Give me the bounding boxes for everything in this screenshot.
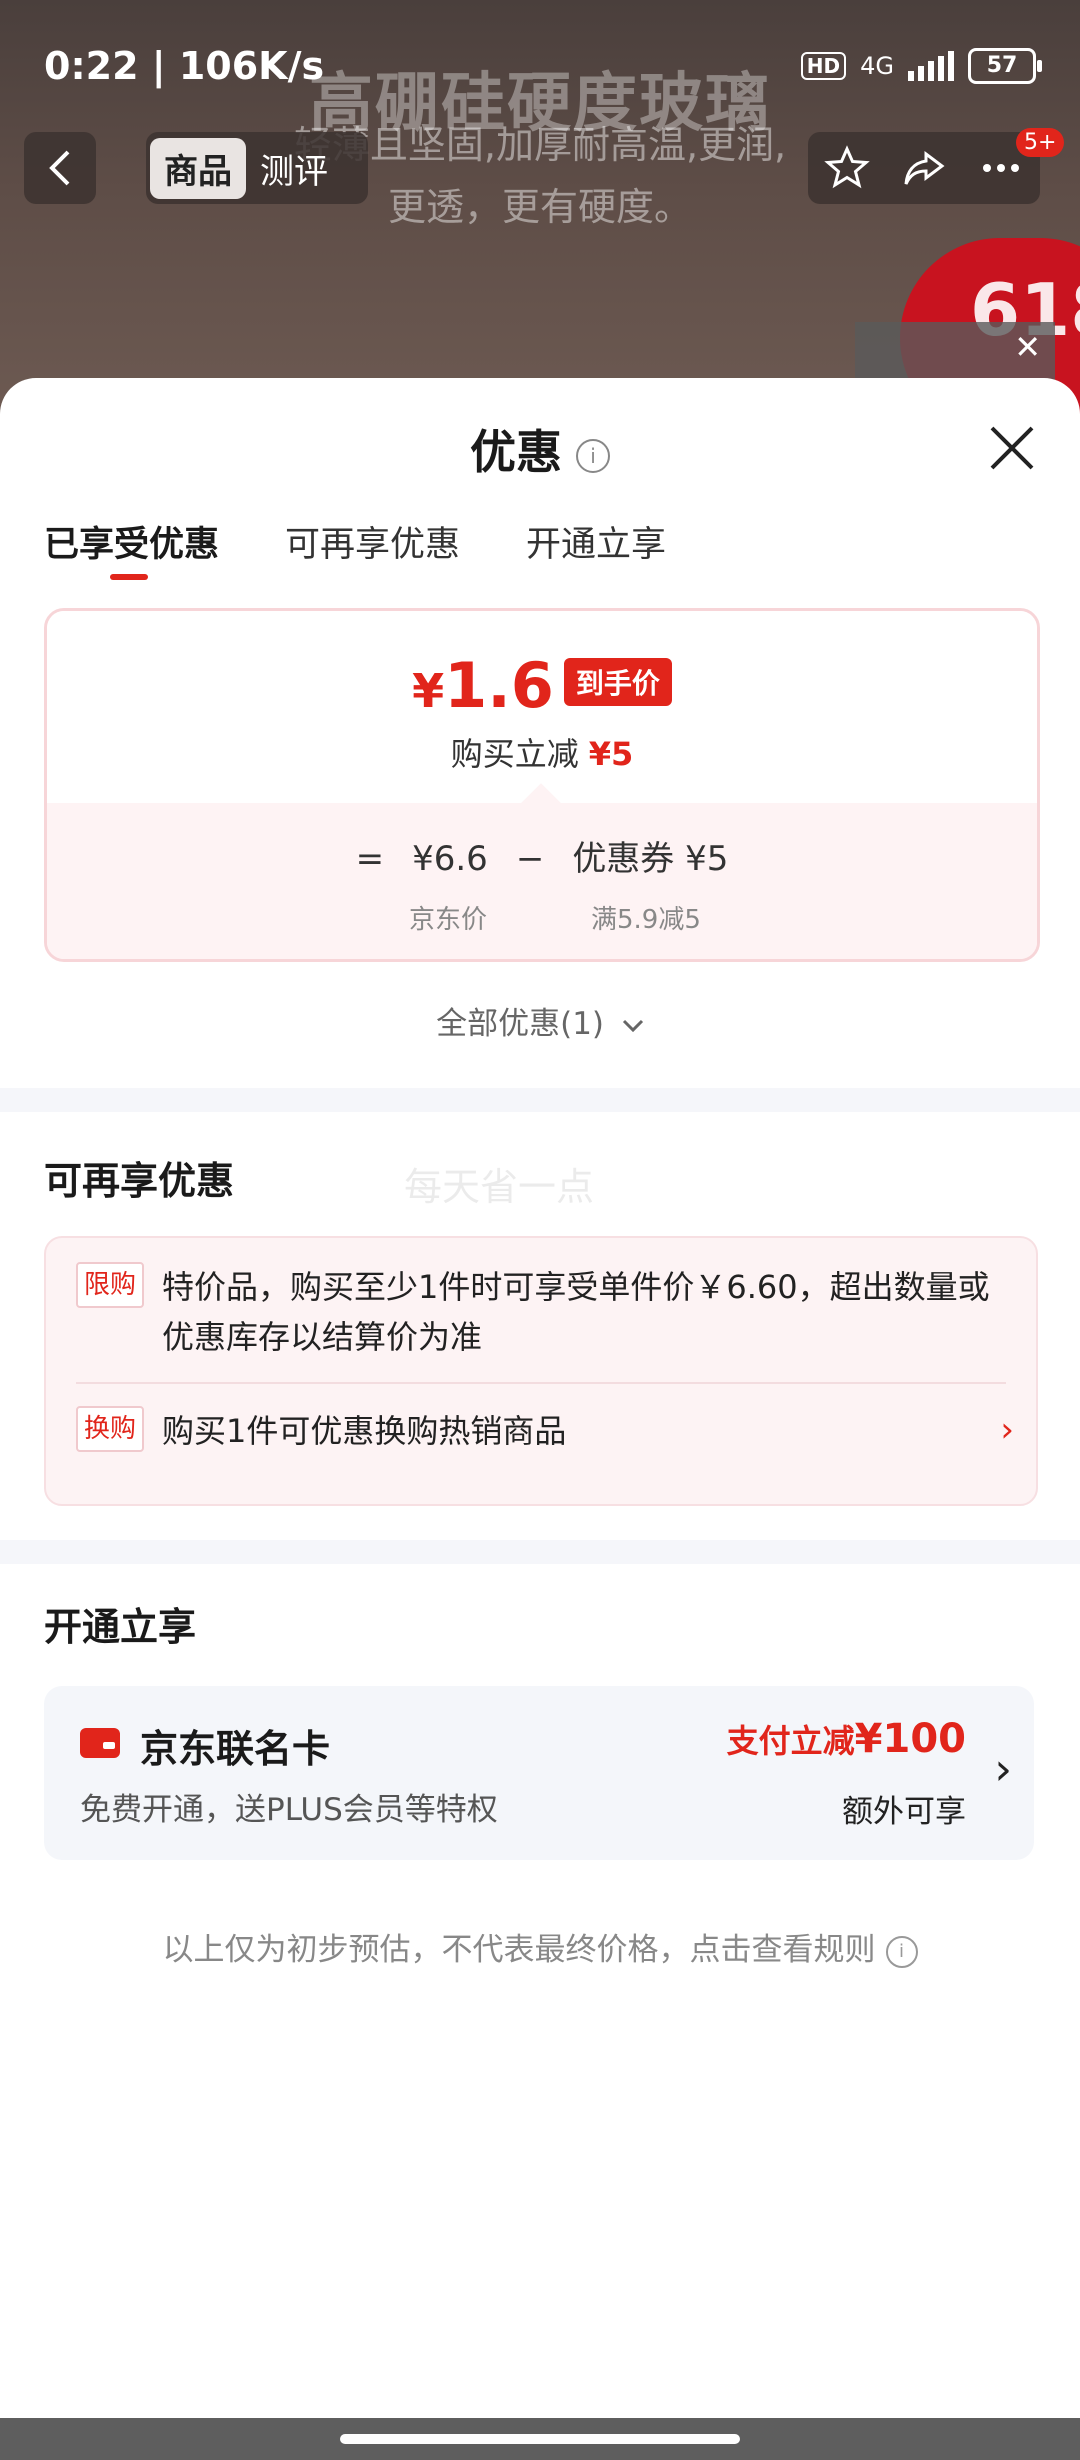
tab-product[interactable]: 商品	[150, 137, 246, 199]
status-bar: 0:22 | 106K/s HD 4G 57	[0, 0, 1080, 130]
coupon-amount: 优惠券 ¥5	[572, 839, 729, 879]
exchange-chip: 换购	[76, 1406, 145, 1452]
product-tabs: 商品 测评	[146, 132, 368, 204]
home-indicator[interactable]	[340, 2434, 740, 2444]
chevron-left-icon	[49, 150, 70, 186]
info-icon[interactable]: i	[885, 1935, 918, 1968]
share-icon[interactable]	[900, 144, 948, 192]
price-value: 1.6	[444, 649, 554, 722]
cobrand-card-offer[interactable]: 京东联名卡 免费开通，送PLUS会员等特权 支付立减¥100 额外可享 ›	[44, 1686, 1034, 1860]
jd-price-label: 京东价	[409, 905, 488, 935]
section-divider	[0, 1088, 1080, 1112]
promotion-sheet: 优惠 i 已享受优惠 可再享优惠 开通立享 ¥1.6 到手价 购买立减 ¥5 = ¥6.…	[0, 378, 1080, 2418]
promo-tabs: 已享受优惠 可再享优惠 开通立享	[44, 516, 666, 580]
tab-review[interactable]: 测评	[246, 138, 342, 199]
tab-more[interactable]: 可再享优惠	[285, 516, 460, 567]
chevron-down-icon	[622, 1019, 643, 1032]
final-price: ¥1.6 到手价	[47, 649, 1037, 722]
minus-sign: −	[515, 839, 545, 879]
price-disclaimer[interactable]: 以上仅为初步预估，不代表最终价格，点击查看规则 i	[0, 1924, 1080, 1969]
chevron-right-icon[interactable]: ›	[994, 1744, 1012, 1795]
close-float-icon[interactable]: ✕	[1014, 328, 1041, 366]
sheet-title: 优惠 i	[0, 416, 1080, 482]
back-button[interactable]	[24, 132, 96, 204]
section-divider-2	[0, 1540, 1080, 1564]
star-icon[interactable]	[823, 144, 871, 192]
hd-icon: HD	[800, 52, 847, 80]
promo-limit-row: 限购 特价品，购买至少1件时可享受单件价￥6.60，超出数量或优惠库存以结算价为…	[76, 1262, 1006, 1362]
section-title-more: 可再享优惠	[44, 1159, 235, 1203]
battery-icon: 57	[968, 48, 1042, 84]
card-promo-prefix: 支付立减	[726, 1722, 855, 1760]
disclaimer-text: 以上仅为初步预估，不代表最终价格，点击查看规则	[162, 1932, 876, 1968]
chevron-right-icon[interactable]: ›	[1000, 1410, 1014, 1450]
price-breakdown: = ¥6.6− 优惠券 ¥5 京东价 满5.9减5	[47, 783, 1037, 959]
price-currency: ¥	[412, 664, 445, 718]
promo-exchange-row[interactable]: 换购 购买1件可优惠换购热销商品	[76, 1406, 1006, 1456]
extra-promos-card: 限购 特价品，购买至少1件时可享受单件价￥6.60，超出数量或优惠库存以结算价为…	[44, 1236, 1038, 1506]
tab-enjoyed[interactable]: 已享受优惠	[44, 516, 219, 580]
limit-chip: 限购	[76, 1262, 145, 1308]
nav-actions	[808, 132, 1040, 204]
limit-text: 特价品，购买至少1件时可享受单件价￥6.60，超出数量或优惠库存以结算价为准	[162, 1268, 990, 1356]
tab-open[interactable]: 开通立享	[526, 516, 666, 567]
discount-summary: 购买立减 ¥5	[47, 729, 1037, 775]
all-promos-label: 全部优惠(1)	[436, 1006, 605, 1042]
card-extra: 额外可享	[842, 1794, 966, 1830]
card-name: 京东联名卡	[140, 1727, 331, 1771]
credit-card-icon	[80, 1728, 120, 1758]
message-count-badge: 5+	[1016, 128, 1065, 157]
close-icon[interactable]	[986, 422, 1038, 474]
equals-sign: =	[355, 839, 385, 879]
discount-amount: ¥5	[588, 735, 634, 773]
discount-label: 购买立减	[450, 735, 579, 773]
card-promo-amount: ¥100	[854, 1716, 966, 1762]
watermark-text: 每天省一点	[404, 1165, 595, 1209]
status-time: 0:22 | 106K/s	[44, 44, 325, 88]
jd-price: ¥6.6	[412, 839, 488, 879]
row-divider	[76, 1382, 1006, 1384]
card-promo: 支付立减¥100	[727, 1716, 966, 1762]
final-price-card: ¥1.6 到手价 购买立减 ¥5 = ¥6.6− 优惠券 ¥5 京东价 满5.9减5	[44, 608, 1040, 962]
info-icon[interactable]: i	[576, 438, 610, 473]
coupon-condition: 满5.9减5	[591, 905, 701, 935]
card-description: 免费开通，送PLUS会员等特权	[80, 1792, 498, 1828]
exchange-text: 购买1件可优惠换购热销商品	[162, 1412, 567, 1450]
network-label: 4G	[860, 52, 894, 80]
all-promos-toggle[interactable]: 全部优惠(1)	[0, 998, 1080, 1043]
final-price-tag: 到手价	[563, 658, 672, 706]
section-title-open: 开通立享	[44, 1605, 197, 1649]
sheet-title-text: 优惠	[470, 425, 562, 479]
navigation-bar	[0, 2418, 1080, 2460]
signal-icon	[908, 51, 954, 81]
